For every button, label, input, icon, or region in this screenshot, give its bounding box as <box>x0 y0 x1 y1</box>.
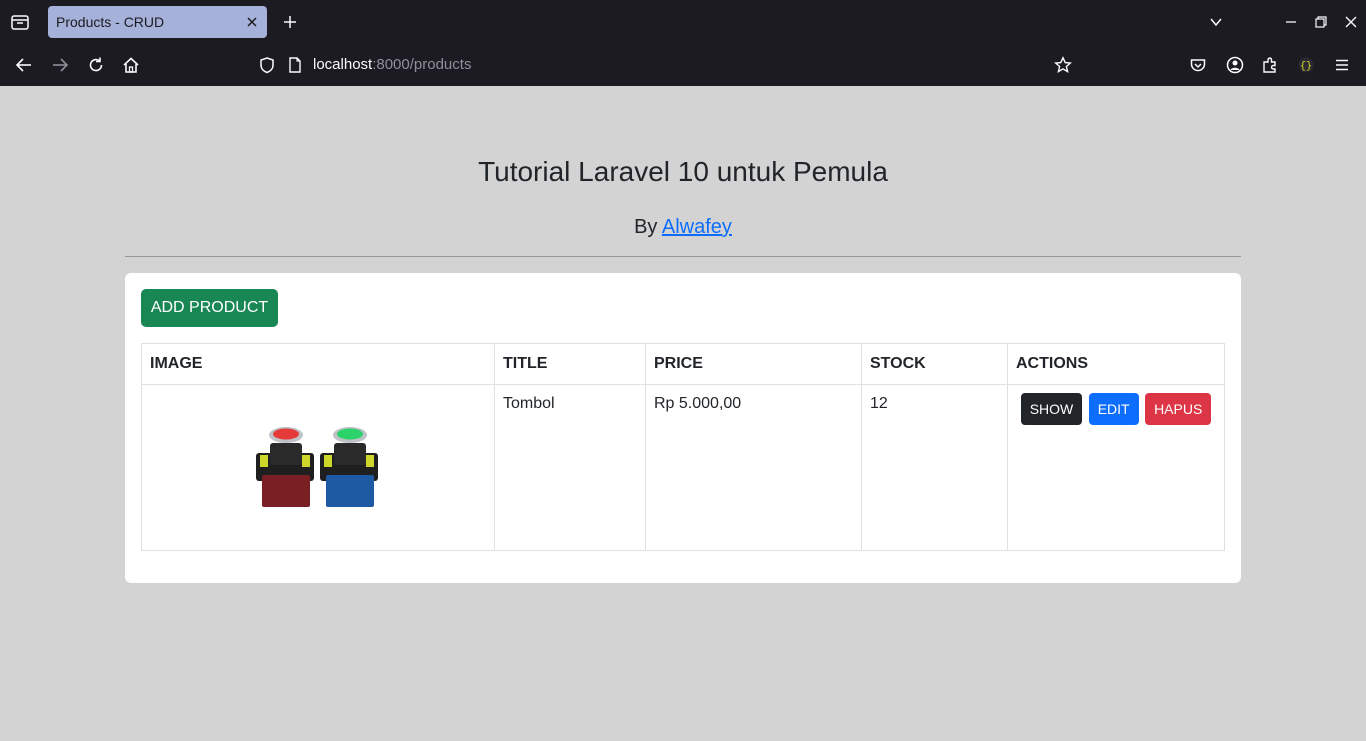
column-header-image: IMAGE <box>141 343 495 385</box>
home-icon[interactable] <box>122 56 140 74</box>
svg-text:{}: {} <box>1300 61 1312 73</box>
star-icon[interactable] <box>1054 56 1072 74</box>
arrow-right-icon[interactable] <box>51 56 69 74</box>
page-title: Tutorial Laravel 10 untuk Pemula <box>478 156 888 187</box>
divider <box>125 256 1241 257</box>
edit-button[interactable]: EDIT <box>1088 393 1139 425</box>
column-header-price: PRICE <box>645 343 862 385</box>
url-field[interactable]: localhost:8000/products <box>313 56 471 73</box>
show-button[interactable]: SHOW <box>1020 393 1083 425</box>
shield-icon[interactable] <box>258 56 276 74</box>
product-image-cell <box>141 384 495 551</box>
byline: By Alwafey <box>0 216 1366 239</box>
hamburger-icon[interactable] <box>1333 56 1351 74</box>
by-label: By <box>634 216 658 238</box>
product-title-cell: Tombol <box>494 384 646 551</box>
account-icon[interactable] <box>1226 56 1244 74</box>
url-path: :8000/products <box>372 56 472 73</box>
table-header-row: IMAGE TITLE PRICE STOCK ACTIONS <box>141 343 1225 385</box>
restore-icon[interactable] <box>1313 14 1329 30</box>
new-tab-icon[interactable] <box>282 14 298 30</box>
minimize-icon[interactable] <box>1283 14 1299 30</box>
product-actions-cell: SHOW EDIT HAPUS <box>1007 384 1225 551</box>
pocket-icon[interactable] <box>1189 56 1207 74</box>
active-tab[interactable]: Products - CRUD <box>48 6 267 38</box>
page-icon <box>286 56 304 74</box>
reload-icon[interactable] <box>87 56 105 74</box>
delete-button[interactable]: HAPUS <box>1145 393 1212 425</box>
url-host: localhost <box>313 56 373 73</box>
author-link[interactable]: Alwafey <box>662 216 732 238</box>
products-card: ADD PRODUCT IMAGE TITLE PRICE STOCK ACTI… <box>125 273 1241 583</box>
add-product-button[interactable]: ADD PRODUCT <box>141 289 278 327</box>
nav-bar: localhost:8000/products {} <box>0 44 1366 86</box>
column-header-stock: STOCK <box>861 343 1008 385</box>
page-content: Tutorial Laravel 10 untuk Pemula By Alwa… <box>0 86 1366 741</box>
close-window-icon[interactable] <box>1343 14 1359 30</box>
products-table: IMAGE TITLE PRICE STOCK ACTIONS Tombol R… <box>141 343 1225 551</box>
tab-list-icon[interactable] <box>10 12 30 32</box>
tab-bar: Products - CRUD <box>0 0 1366 44</box>
table-row: Tombol Rp 5.000,00 12 SHOW EDIT HAPUS <box>141 384 1225 551</box>
product-stock-cell: 12 <box>861 384 1008 551</box>
tab-title: Products - CRUD <box>56 14 165 30</box>
column-header-actions: ACTIONS <box>1007 343 1225 385</box>
close-icon[interactable] <box>245 15 259 29</box>
product-price-cell: Rp 5.000,00 <box>645 384 862 551</box>
devtools-extension-icon[interactable]: {} <box>1297 56 1315 74</box>
arrow-left-icon[interactable] <box>15 56 33 74</box>
product-image <box>252 425 382 510</box>
column-header-title: TITLE <box>494 343 646 385</box>
extensions-icon[interactable] <box>1261 56 1279 74</box>
chevron-down-icon[interactable] <box>1208 14 1224 30</box>
